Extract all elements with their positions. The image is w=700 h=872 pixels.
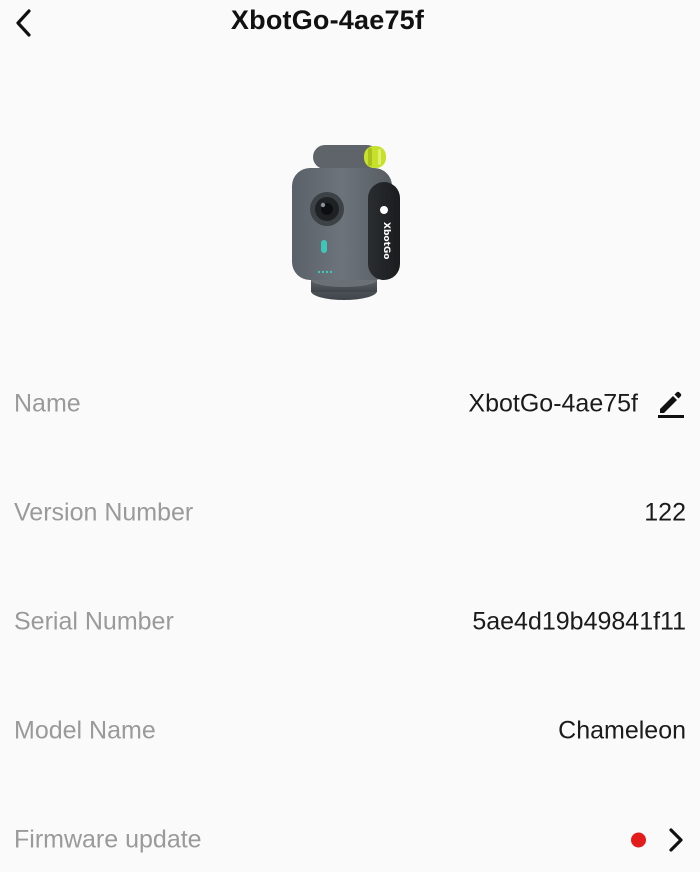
row-name: Name XbotGo-4ae75f <box>0 374 700 434</box>
row-model: Model Name Chameleon <box>0 701 700 761</box>
model-label: Model Name <box>14 716 156 745</box>
row-serial: Serial Number 5ae4d19b49841f11 <box>0 592 700 652</box>
firmware-label: Firmware update <box>14 825 202 854</box>
chevron-right-icon <box>669 828 683 852</box>
serial-value: 5ae4d19b49841f11 <box>472 607 686 636</box>
version-label: Version Number <box>14 498 194 527</box>
edit-name-button[interactable] <box>656 389 686 419</box>
update-available-dot <box>631 832 646 848</box>
name-label: Name <box>14 389 81 418</box>
row-version: Version Number 122 <box>0 483 700 543</box>
model-value: Chameleon <box>558 716 686 745</box>
page-title: XbotGo-4ae75f <box>230 5 425 35</box>
top-bar: XbotGo-4ae75f <box>0 0 700 50</box>
serial-label: Serial Number <box>14 607 174 636</box>
device-logo-text: XbotGo <box>381 222 391 259</box>
device-image: XbotGo <box>280 140 410 310</box>
name-value: XbotGo-4ae75f <box>468 389 638 418</box>
row-firmware-update[interactable]: Firmware update <box>0 810 700 870</box>
firmware-open-button[interactable] <box>666 826 686 854</box>
version-value: 122 <box>644 498 686 527</box>
pencil-icon <box>658 391 684 418</box>
